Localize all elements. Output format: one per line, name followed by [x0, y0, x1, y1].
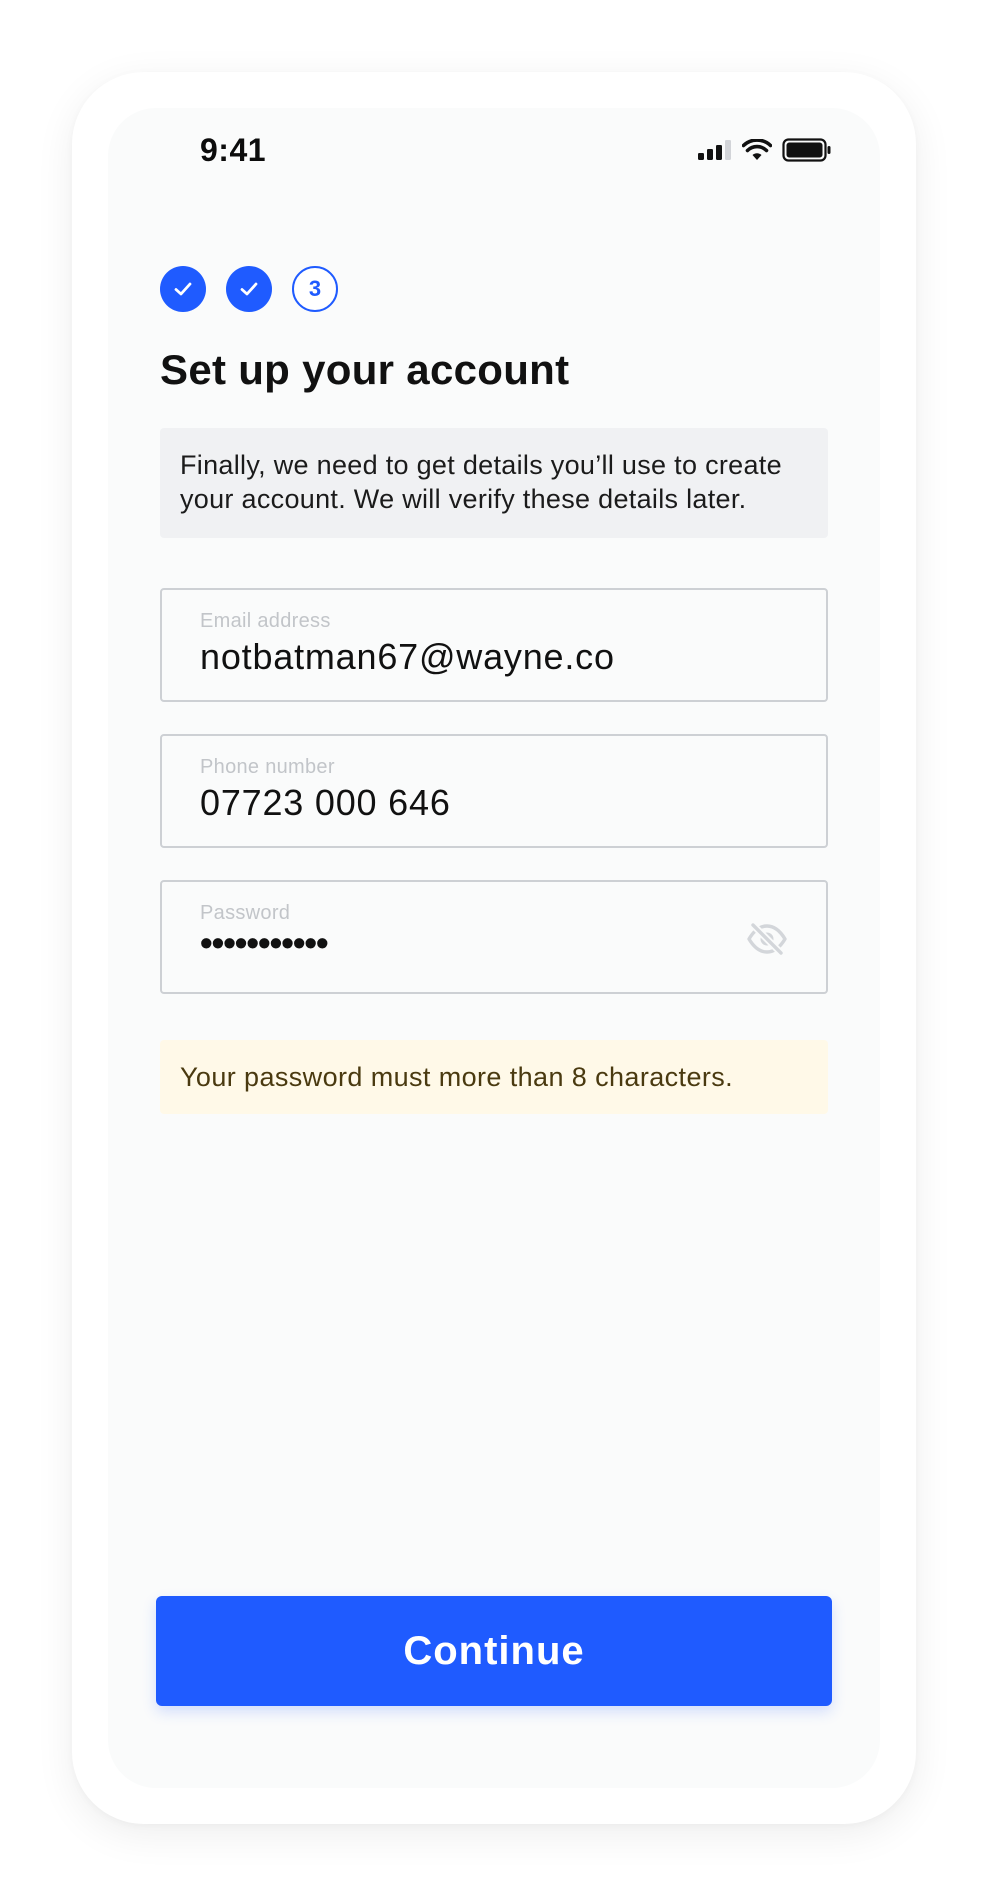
email-field-value[interactable]: notbatman67@wayne.co — [200, 636, 615, 678]
step-2-completed — [226, 266, 272, 312]
step-3-current: 3 — [292, 266, 338, 312]
password-field-value[interactable]: ••••••••••• — [200, 922, 329, 964]
continue-button[interactable]: Continue — [156, 1596, 832, 1706]
phone-field[interactable]: Phone number 07723 000 646 — [160, 734, 828, 848]
eye-off-icon[interactable] — [746, 918, 788, 960]
phone-field-label: Phone number — [200, 756, 335, 778]
email-field-label: Email address — [200, 610, 331, 632]
step-1-completed — [160, 266, 206, 312]
check-icon — [174, 282, 192, 296]
progress-stepper: 3 — [160, 266, 338, 312]
status-icons — [698, 138, 832, 162]
battery-icon — [782, 138, 831, 162]
check-icon — [240, 282, 258, 296]
app-screen: 9:41 3 Set up your account Finally, we n… — [108, 108, 880, 1788]
page-title: Set up your account — [160, 346, 570, 393]
phone-frame: 9:41 3 Set up your account Finally, we n… — [72, 72, 916, 1824]
password-warning-text: Your password must more than 8 character… — [180, 1061, 734, 1092]
phone-field-value[interactable]: 07723 000 646 — [200, 782, 451, 824]
password-field[interactable]: Password ••••••••••• — [160, 880, 828, 994]
wifi-icon — [742, 139, 772, 160]
email-field[interactable]: Email address notbatman67@wayne.co — [160, 588, 828, 702]
cellular-signal-icon — [698, 140, 731, 160]
password-warning: Your password must more than 8 character… — [160, 1040, 828, 1114]
status-time: 9:41 — [200, 132, 267, 168]
info-message: Finally, we need to get details you’ll u… — [160, 428, 828, 538]
